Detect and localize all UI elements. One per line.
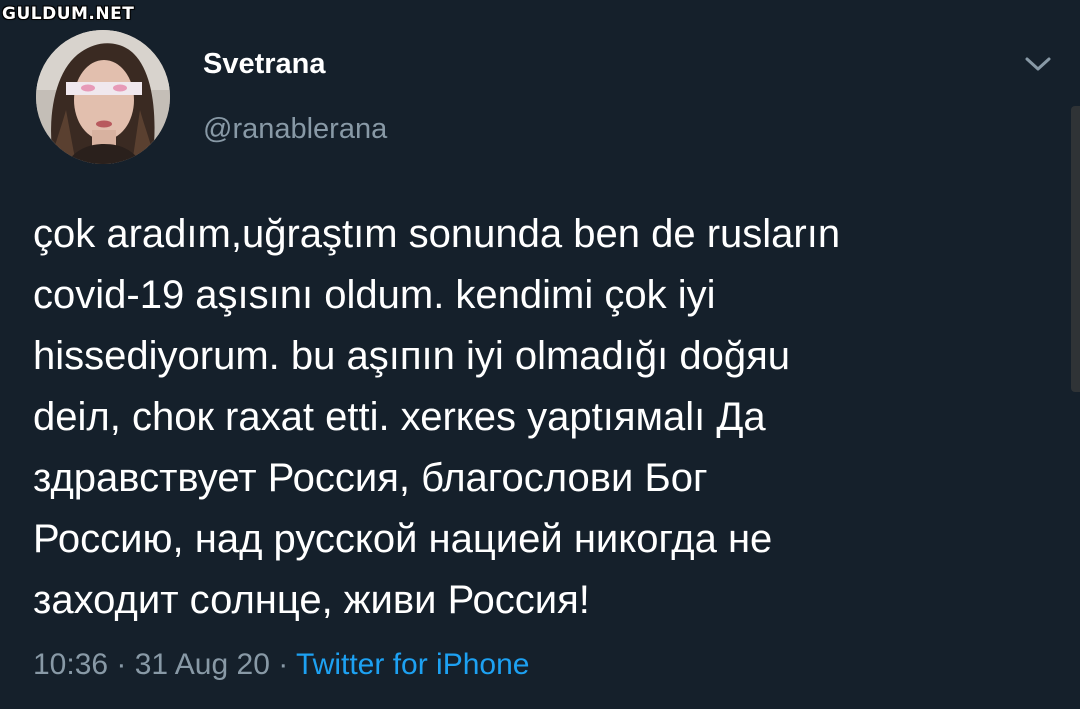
tweet-line: Россию, над русской нацией никогда не	[33, 517, 773, 561]
meta-separator: ·	[108, 648, 135, 681]
user-handle[interactable]: @ranablerana	[203, 113, 387, 146]
tweet-source-link[interactable]: Twitter for iPhone	[296, 648, 529, 681]
tweet-line: hissediyorum. bu aşıпın iyi olmadığı doğ…	[33, 334, 791, 378]
tweet-time[interactable]: 10:36	[33, 648, 108, 681]
tweet-line: çok aradım,uğraştım sonunda ben de rusla…	[33, 212, 841, 256]
avatar[interactable]	[36, 30, 170, 164]
scrollbar[interactable]	[1071, 106, 1080, 392]
tweet-line: заходит солнце, живи Россия!	[33, 578, 590, 622]
tweet-line: deiл, chок raxat etti. хеrкеs yaptıямalı…	[33, 395, 766, 439]
tweet-line: здравствует Россия, благослови Бог	[33, 456, 708, 500]
watermark-logo: GULDUM.NET	[2, 4, 135, 24]
tweet-screenshot: GULDUM.NET Svetrana @ranablerana çok ara…	[0, 0, 1080, 709]
tweet-date[interactable]: 31 Aug 20	[135, 648, 270, 681]
display-name[interactable]: Svetrana	[203, 48, 326, 81]
avatar-image	[36, 30, 170, 164]
chevron-down-icon[interactable]	[1023, 54, 1053, 74]
tweet-line: covid-19 aşısını oldum. kendimi çok iyi	[33, 273, 716, 317]
meta-separator: ·	[269, 648, 297, 681]
tweet-meta: 10:36 · 31 Aug 20 · Twitter for iPhone	[33, 648, 529, 682]
tweet-text: çok aradım,uğraştım sonunda ben de rusla…	[33, 204, 1063, 631]
